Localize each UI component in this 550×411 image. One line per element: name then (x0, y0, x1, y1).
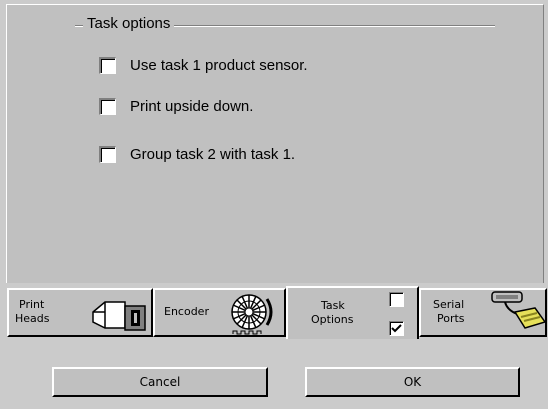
group-title: Task options (83, 15, 175, 32)
tab-label: Task (321, 299, 345, 312)
unchecked-box-icon (389, 292, 404, 307)
use-task1-sensor-checkbox[interactable] (99, 56, 116, 74)
print-head-icon (89, 294, 149, 337)
tab-label: Heads (15, 312, 50, 325)
option-print-upside-down[interactable]: Print upside down. (99, 96, 253, 116)
option-group-task2[interactable]: Group task 2 with task 1. (99, 144, 295, 164)
cancel-button[interactable]: Cancel (52, 367, 268, 397)
group-task2-checkbox[interactable] (99, 145, 116, 163)
task-options-panel: Task options Use task 1 product sensor. … (6, 4, 544, 283)
checked-box-icon (389, 321, 404, 336)
tab-task-options[interactable]: Task Options (286, 286, 419, 339)
option-label: Print upside down. (130, 97, 254, 115)
tab-label: Options (311, 313, 354, 326)
tab-label: Ports (437, 312, 465, 325)
encoder-wheel-icon (225, 291, 281, 340)
tab-label: Print (19, 298, 45, 311)
option-use-task1-sensor[interactable]: Use task 1 product sensor. (99, 55, 308, 75)
tab-label: Encoder (164, 305, 209, 318)
tab-serial-ports[interactable]: Serial Ports (419, 288, 547, 337)
ok-button[interactable]: OK (305, 367, 520, 397)
option-label: Group task 2 with task 1. (130, 145, 296, 163)
tab-print-heads[interactable]: Print Heads (7, 288, 153, 337)
serial-cable-icon (491, 290, 547, 339)
task-options-dialog: Task options Use task 1 product sensor. … (0, 0, 550, 411)
print-upside-down-checkbox[interactable] (99, 97, 116, 115)
option-label: Use task 1 product sensor. (130, 56, 308, 74)
tab-label: Serial (433, 298, 465, 311)
tab-encoder[interactable]: Encoder (153, 288, 286, 337)
